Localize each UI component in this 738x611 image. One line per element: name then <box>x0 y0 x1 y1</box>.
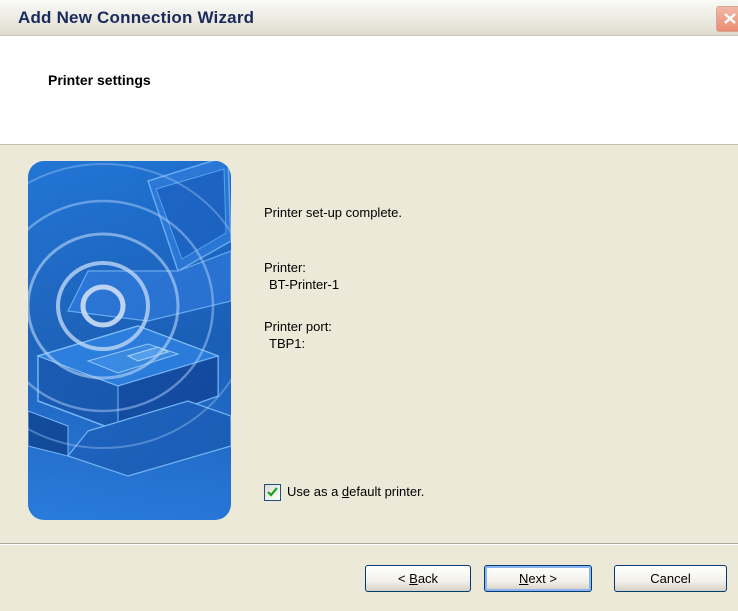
window-title: Add New Connection Wizard <box>18 8 255 27</box>
footer-divider <box>0 543 738 545</box>
default-printer-checkbox[interactable] <box>264 484 281 501</box>
close-button[interactable] <box>716 6 738 32</box>
setup-complete-message: Printer set-up complete. <box>264 205 403 220</box>
wizard-body: Printer set-up complete. Printer: BT-Pri… <box>0 145 738 541</box>
printer-name-value: BT-Printer-1 <box>269 277 340 292</box>
wizard-window: Add New Connection Wizard Printer settin… <box>0 0 738 611</box>
printer-port-value: TBP1: <box>269 336 306 351</box>
printer-port-label: Printer port: <box>264 319 332 334</box>
checkmark-icon <box>267 487 278 497</box>
back-button[interactable]: < Back <box>365 565 471 592</box>
wireless-printer-illustration <box>28 161 231 520</box>
title-bar[interactable]: Add New Connection Wizard <box>0 0 738 36</box>
close-icon <box>724 13 736 24</box>
printer-label: Printer: <box>264 260 306 275</box>
wizard-header: Printer settings <box>0 36 738 145</box>
cancel-button[interactable]: Cancel <box>614 565 727 592</box>
page-title: Printer settings <box>48 72 151 88</box>
next-button[interactable]: Next > <box>484 565 592 592</box>
default-printer-label[interactable]: Use as a default printer. <box>287 484 424 499</box>
